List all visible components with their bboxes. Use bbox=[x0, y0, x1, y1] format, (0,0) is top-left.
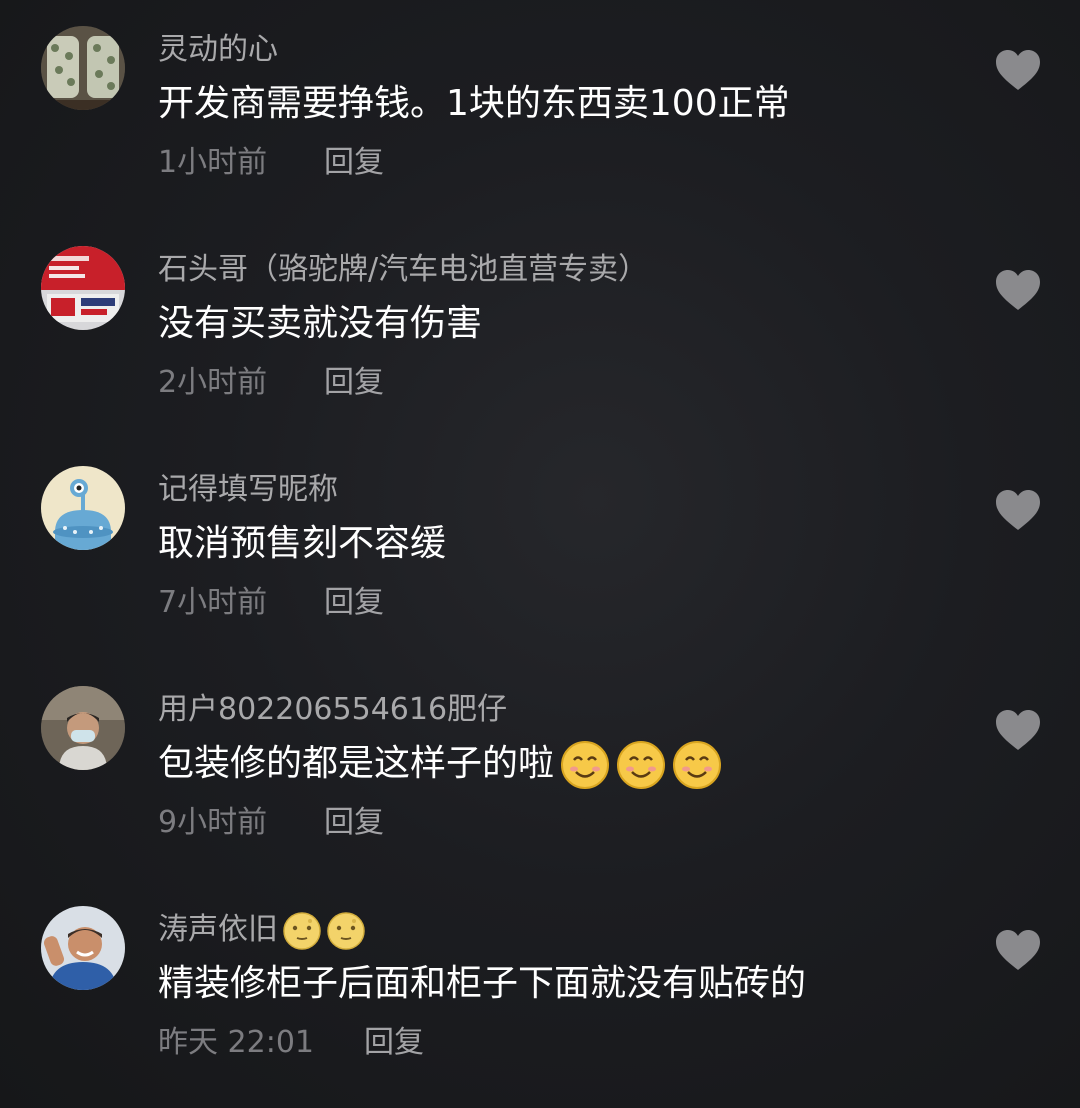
avatar-alien-icon bbox=[41, 466, 125, 550]
comment-username[interactable]: 用户802206554616肥仔 bbox=[158, 690, 507, 730]
comment-item: 灵动的心 开发商需要挣钱。1块的东西卖100正常 1小时前 回复 bbox=[0, 0, 1080, 200]
smile-emoji-icon bbox=[561, 741, 610, 789]
comment-meta: 2小时前 回复 bbox=[158, 363, 384, 403]
comment-item: 用户802206554616肥仔 包装修的都是这样子的啦 9小时前 回复 bbox=[0, 660, 1080, 860]
comment-text: 精装修柜子后面和柜子下面就没有贴砖的 bbox=[158, 963, 807, 1004]
moon-face-emoji-icon bbox=[283, 911, 321, 950]
avatar[interactable] bbox=[41, 906, 125, 990]
avatar[interactable] bbox=[41, 26, 125, 110]
comment-text: 包装修的都是这样子的啦 bbox=[158, 740, 722, 790]
comment-time: 9小时前 bbox=[158, 805, 268, 840]
avatar[interactable] bbox=[41, 246, 125, 330]
comment-text: 取消预售刻不容缓 bbox=[158, 523, 447, 564]
comment-text: 没有买卖就没有伤害 bbox=[158, 303, 483, 344]
comment-time: 昨天 22:01 bbox=[158, 1025, 314, 1060]
reply-button[interactable]: 回复 bbox=[324, 585, 384, 620]
smile-emoji-icon bbox=[673, 741, 722, 789]
comment-meta: 1小时前 回复 bbox=[158, 143, 384, 183]
comment-list: 灵动的心 开发商需要挣钱。1块的东西卖100正常 1小时前 回复 石头哥（骆驼牌/… bbox=[0, 0, 1080, 1108]
heart-icon[interactable] bbox=[994, 48, 1042, 92]
smile-emoji-icon bbox=[617, 741, 666, 789]
comment-text-body: 包装修的都是这样子的啦 bbox=[158, 743, 555, 784]
comment-meta: 昨天 22:01 回复 bbox=[158, 1023, 424, 1063]
avatar-battery-icon bbox=[41, 246, 125, 330]
comment-meta: 7小时前 回复 bbox=[158, 583, 384, 623]
comment-username-text: 涛声依旧 bbox=[158, 912, 278, 947]
heart-icon[interactable] bbox=[994, 928, 1042, 972]
heart-icon[interactable] bbox=[994, 268, 1042, 312]
comment-username[interactable]: 涛声依旧 bbox=[158, 910, 366, 951]
reply-button[interactable]: 回复 bbox=[364, 1025, 424, 1060]
avatar-pattern-icon bbox=[41, 26, 125, 110]
avatar[interactable] bbox=[41, 466, 125, 550]
avatar-person-mask-icon bbox=[41, 686, 125, 770]
comment-item: 记得填写昵称 取消预售刻不容缓 7小时前 回复 bbox=[0, 440, 1080, 640]
heart-icon[interactable] bbox=[994, 708, 1042, 752]
heart-icon[interactable] bbox=[994, 488, 1042, 532]
comment-time: 1小时前 bbox=[158, 145, 268, 180]
reply-button[interactable]: 回复 bbox=[324, 805, 384, 840]
comment-item: 石头哥（骆驼牌/汽车电池直营专卖） 没有买卖就没有伤害 2小时前 回复 bbox=[0, 220, 1080, 420]
moon-face-emoji-icon bbox=[327, 911, 365, 950]
comment-text: 开发商需要挣钱。1块的东西卖100正常 bbox=[158, 83, 790, 124]
comment-username[interactable]: 石头哥（骆驼牌/汽车电池直营专卖） bbox=[158, 250, 648, 290]
comment-username[interactable]: 灵动的心 bbox=[158, 30, 278, 70]
comment-username[interactable]: 记得填写昵称 bbox=[158, 470, 338, 510]
comment-time: 2小时前 bbox=[158, 365, 268, 400]
comment-meta: 9小时前 回复 bbox=[158, 803, 384, 843]
avatar[interactable] bbox=[41, 686, 125, 770]
comment-item: 涛声依旧 精装修柜子后面和柜子下面就没有贴砖的 昨天 22:01 回复 bbox=[0, 880, 1080, 1080]
comment-time: 7小时前 bbox=[158, 585, 268, 620]
reply-button[interactable]: 回复 bbox=[324, 365, 384, 400]
avatar-person-icon bbox=[41, 906, 125, 990]
reply-button[interactable]: 回复 bbox=[324, 145, 384, 180]
